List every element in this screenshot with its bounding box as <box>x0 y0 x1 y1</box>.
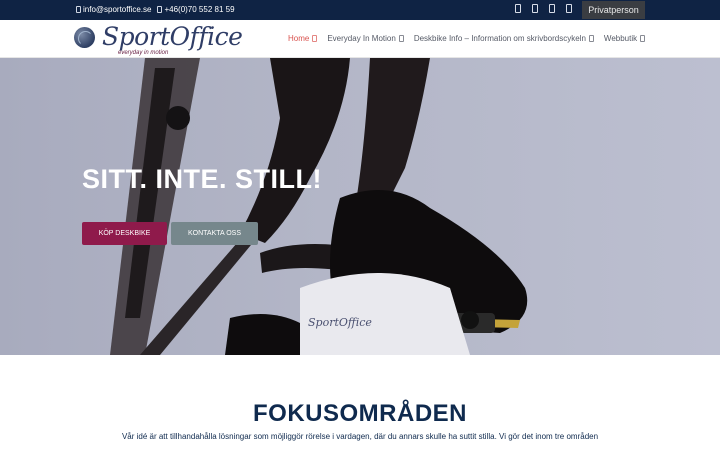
linkedin-icon[interactable] <box>549 4 555 13</box>
hero-image: SportOffice <box>110 58 528 355</box>
nav-item-webbutik[interactable]: Webbutik <box>604 34 646 43</box>
phone-icon <box>157 6 163 13</box>
youtube-icon[interactable] <box>566 4 572 13</box>
logo-ball-icon <box>74 27 95 48</box>
main-nav: Home Everyday In Motion Deskbike Info – … <box>288 34 646 43</box>
nav-item-everyday-in-motion[interactable]: Everyday In Motion <box>327 34 404 43</box>
nav-item-deskbike-info[interactable]: Deskbike Info – Information om skrivbord… <box>414 34 594 43</box>
hero-title: SITT. INTE. STILL! <box>82 164 322 194</box>
buy-deskbike-button[interactable]: KÖP DESKBIKE <box>82 222 167 245</box>
focus-title: FOKUSOMRÅDEN <box>253 400 467 427</box>
instagram-icon[interactable] <box>532 4 538 13</box>
site-header: SportOffice everyday in motion Home Ever… <box>0 20 720 58</box>
privatperson-button[interactable]: Privatperson <box>582 1 645 19</box>
logo-text: SportOffice <box>102 22 243 51</box>
nav-item-home[interactable]: Home <box>288 34 318 43</box>
email-link[interactable]: info@sportoffice.se <box>76 5 151 14</box>
site-logo[interactable]: SportOffice everyday in motion <box>74 22 243 56</box>
focus-description: Vår idé är att tillhandahålla lösningar … <box>121 432 599 441</box>
chevron-down-icon <box>588 35 594 42</box>
chevron-down-icon <box>312 35 318 42</box>
contact-us-button[interactable]: KONTAKTA OSS <box>171 222 258 245</box>
phone-link[interactable]: +46(0)70 552 81 59 <box>157 5 235 14</box>
social-links <box>515 4 572 13</box>
logo-tagline: everyday in motion <box>118 50 169 56</box>
envelope-icon <box>76 6 81 13</box>
chevron-down-icon <box>398 35 404 42</box>
top-bar: info@sportoffice.se +46(0)70 552 81 59 P… <box>0 0 720 20</box>
chevron-down-icon <box>640 35 646 42</box>
hero-watermark-logo: SportOffice <box>308 316 372 329</box>
facebook-icon[interactable] <box>515 4 521 13</box>
hero-banner: SportOffice SITT. INTE. STILL! KÖP DESKB… <box>0 58 720 355</box>
contact-info: info@sportoffice.se +46(0)70 552 81 59 <box>76 5 235 14</box>
